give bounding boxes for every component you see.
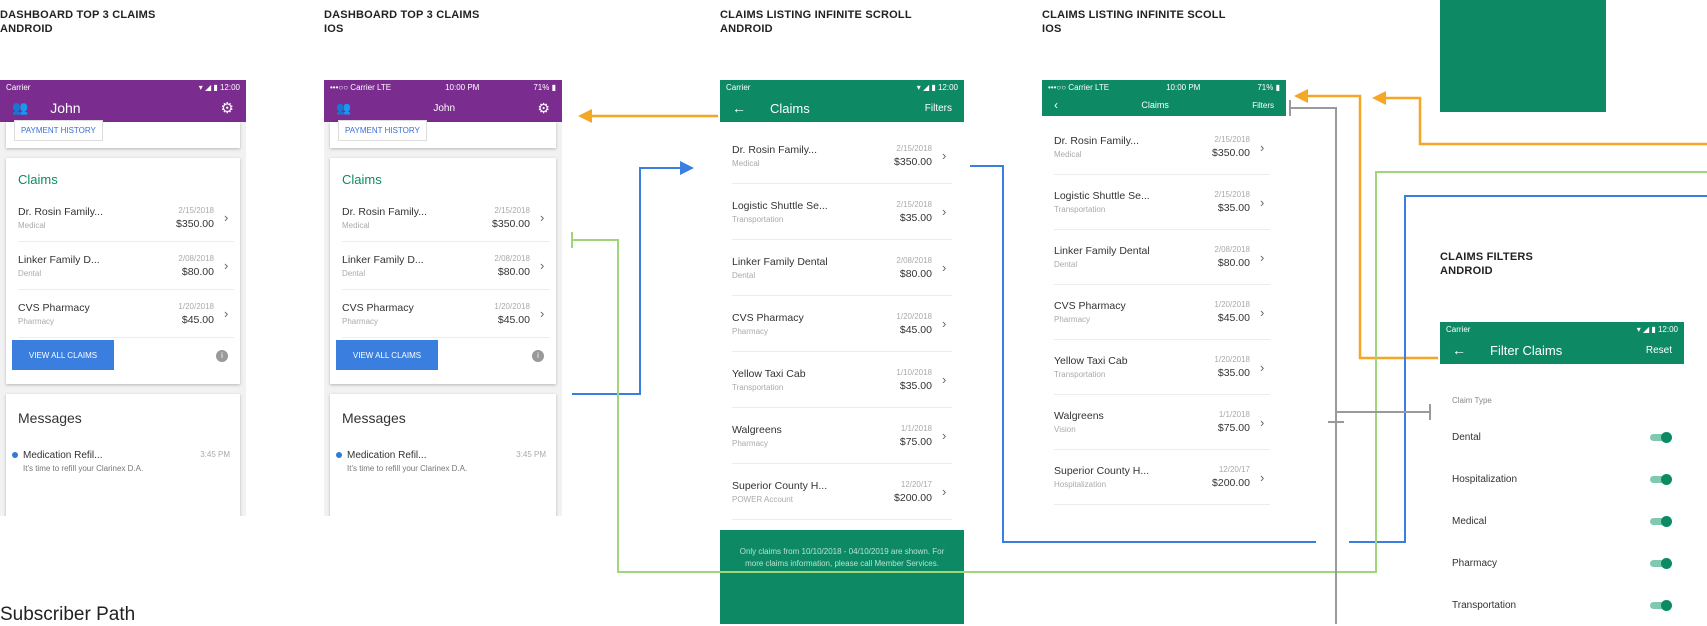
connector-green-notice [571,171,1707,573]
flow-connectors [571,89,1707,624]
connector-orange-listing-to-dashboard [578,109,718,123]
connector-orange-block-to-listing [1372,91,1707,146]
connector-blue-listing-loop [970,165,1707,543]
connector-blue-viewall-to-listing [572,161,694,395]
connector-orange-filters-to-listing [1294,89,1438,360]
